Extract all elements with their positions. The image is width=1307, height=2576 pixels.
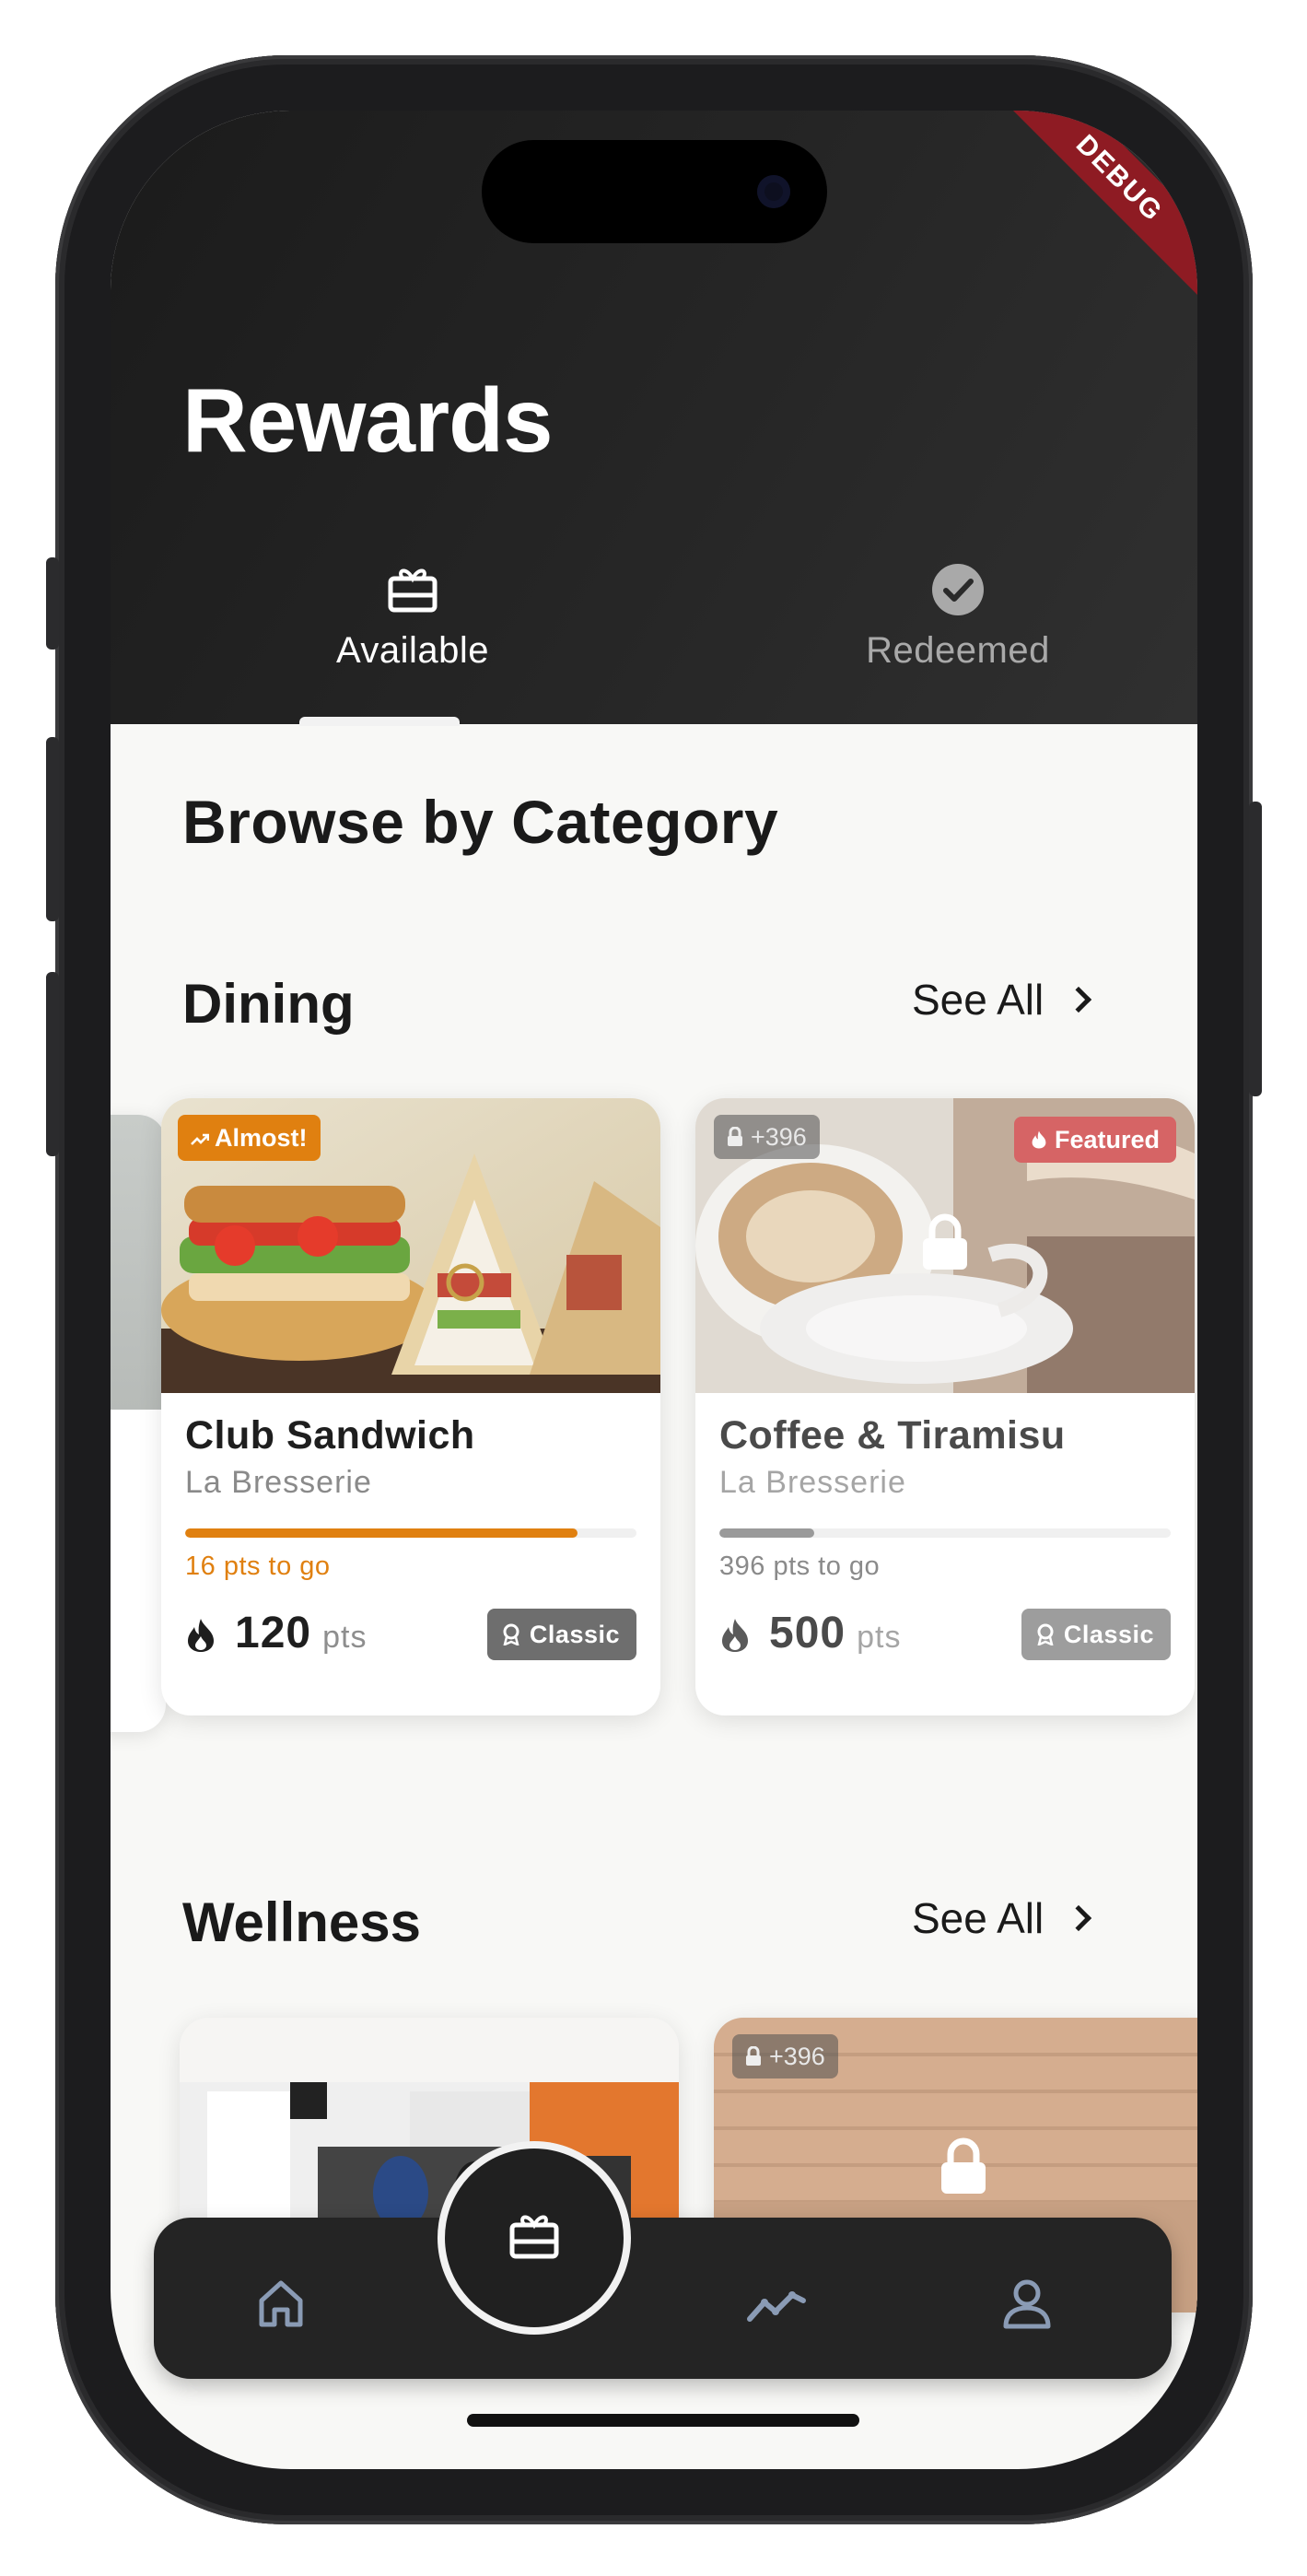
- lock-points-label: +396: [769, 2043, 825, 2070]
- points-value: 500: [769, 1609, 846, 1657]
- tab-redeemed[interactable]: Redeemed: [820, 562, 1096, 724]
- tier-label: Classic: [529, 1621, 620, 1648]
- reward-card-coffee-tiramisu[interactable]: +396 Featured Coffee & Tiramisu La Bress…: [695, 1098, 1195, 1715]
- home-indicator[interactable]: [467, 2414, 859, 2427]
- rewards-icon: [509, 2215, 559, 2259]
- nav-home-button[interactable]: [249, 2271, 313, 2336]
- points-value: 120: [235, 1609, 312, 1657]
- activity-chart-icon: [747, 2291, 806, 2322]
- profile-icon: [1003, 2279, 1051, 2329]
- medal-icon: [1037, 1623, 1054, 1645]
- tier-badge: Classic: [486, 1609, 636, 1660]
- lock-icon: [746, 2045, 761, 2066]
- gift-card-icon: [388, 568, 438, 613]
- check-circle-icon: [932, 564, 984, 615]
- points-cost: 500 pts: [719, 1608, 901, 1658]
- reward-image-coffee-tiramisu: +396 Featured: [695, 1098, 1195, 1393]
- reward-image-club-sandwich: Almost!: [161, 1098, 660, 1393]
- chevron-right-icon: [1066, 986, 1092, 1013]
- lock-points-chip: +396: [714, 1115, 820, 1159]
- volume-up-button: [46, 737, 59, 921]
- tab-redeemed-label: Redeemed: [866, 630, 1050, 671]
- lock-icon: [923, 1213, 967, 1270]
- points-cost: 120 pts: [185, 1608, 367, 1658]
- reward-title: Club Sandwich: [185, 1413, 475, 1458]
- lock-points-label: +396: [751, 1123, 807, 1151]
- flame-icon: [188, 1619, 214, 1652]
- featured-badge: Featured: [1013, 1117, 1176, 1163]
- nav-rewards-button[interactable]: [445, 2149, 624, 2327]
- see-all-dining-link[interactable]: See All: [912, 975, 1092, 1025]
- flame-icon: [722, 1619, 748, 1652]
- points-to-go: 396 pts to go: [719, 1551, 881, 1581]
- lock-icon: [941, 2137, 986, 2194]
- points-progress-bar: [185, 1528, 636, 1538]
- reward-venue: La Bresserie: [185, 1465, 372, 1500]
- reward-card-club-sandwich[interactable]: Almost! Club Sandwich La Bresserie 16 pt…: [161, 1098, 660, 1715]
- badge-label: Featured: [1054, 1126, 1160, 1153]
- volume-down-button: [46, 972, 59, 1156]
- power-button: [1249, 802, 1262, 1096]
- see-all-label: See All: [912, 1894, 1044, 1942]
- points-unit: pts: [322, 1620, 368, 1655]
- flame-icon: [1032, 1130, 1046, 1149]
- app-screen: Rewards Available Redeemed DEBUG Browse …: [111, 111, 1197, 2469]
- reward-venue: La Bresserie: [719, 1465, 906, 1500]
- lock-icon: [728, 1126, 742, 1146]
- section-title-dining: Dining: [182, 973, 355, 1035]
- tab-available[interactable]: Available: [274, 562, 551, 724]
- home-icon: [259, 2280, 303, 2327]
- reward-title: Coffee & Tiramisu: [719, 1413, 1066, 1458]
- points-progress-bar: [719, 1528, 1171, 1538]
- page-title: Rewards: [182, 369, 554, 471]
- tab-available-label: Available: [335, 630, 490, 671]
- lock-points-chip: +396: [732, 2034, 838, 2078]
- points-unit: pts: [857, 1620, 902, 1655]
- see-all-label: See All: [912, 976, 1044, 1024]
- almost-badge: Almost!: [178, 1115, 321, 1161]
- action-button: [46, 557, 59, 650]
- nav-activity-button[interactable]: [744, 2271, 809, 2336]
- tier-badge: Classic: [1021, 1609, 1171, 1660]
- see-all-wellness-link[interactable]: See All: [912, 1893, 1092, 1943]
- dynamic-island: [482, 140, 827, 243]
- medal-icon: [503, 1623, 519, 1645]
- reward-card-partial[interactable]: [111, 1115, 166, 1732]
- browse-by-category-title: Browse by Category: [182, 788, 779, 856]
- nav-profile-button[interactable]: [995, 2271, 1059, 2336]
- badge-label: Almost!: [215, 1124, 308, 1152]
- trending-up-icon: [191, 1133, 210, 1145]
- points-to-go: 16 pts to go: [185, 1551, 331, 1581]
- chevron-right-icon: [1066, 1904, 1092, 1932]
- section-title-wellness: Wellness: [182, 1891, 422, 1953]
- tab-indicator: [299, 717, 460, 726]
- tier-label: Classic: [1063, 1621, 1154, 1648]
